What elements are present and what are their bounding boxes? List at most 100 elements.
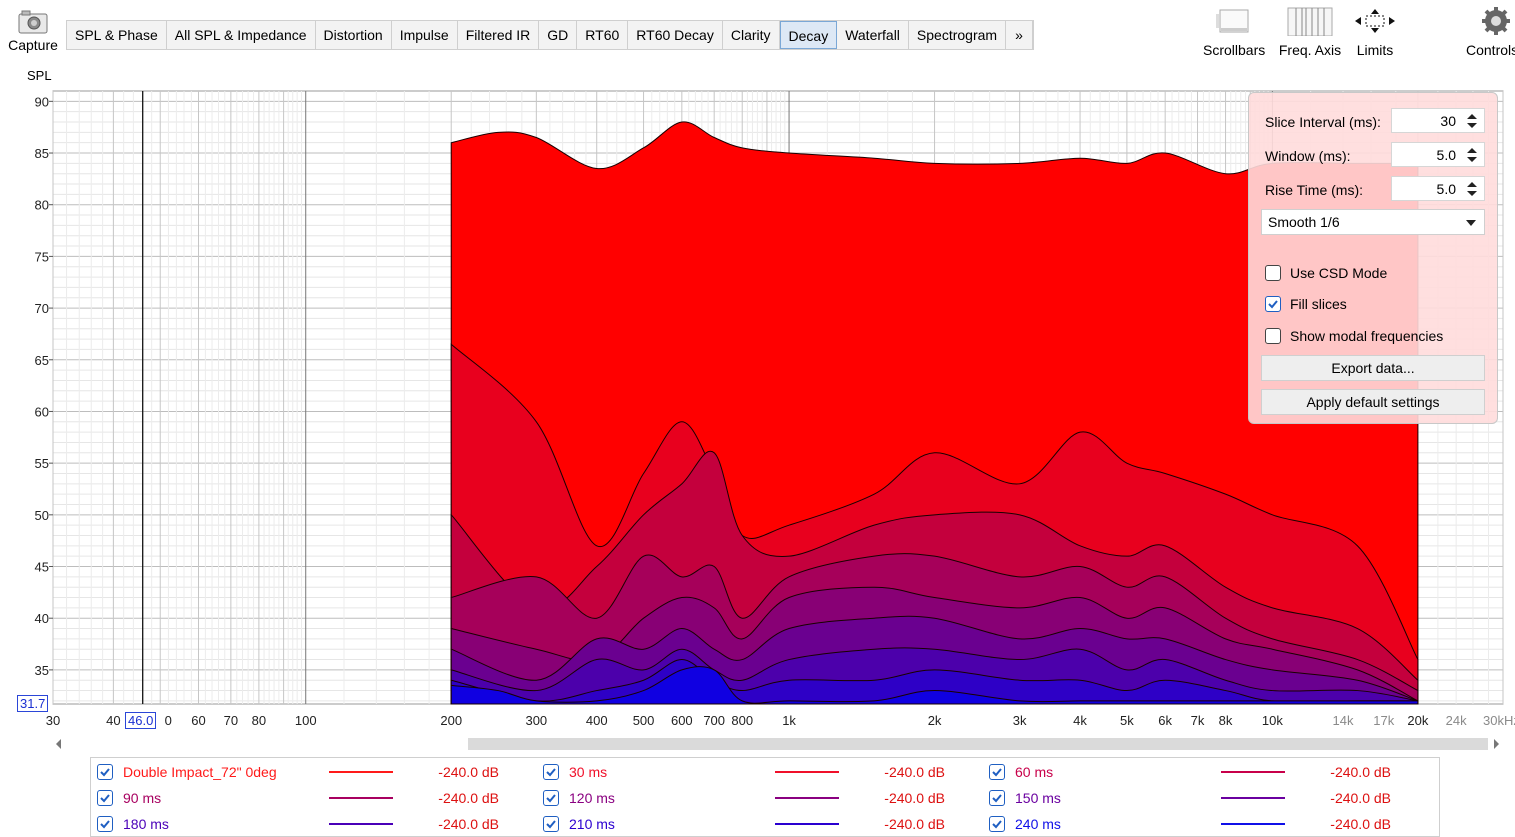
- legend-color-swatch: [1221, 823, 1285, 825]
- tab-spl-phase[interactable]: SPL & Phase: [67, 21, 167, 49]
- legend-item[interactable]: 240 ms -240.0 dB: [989, 813, 1391, 835]
- scroll-right-icon[interactable]: [1494, 739, 1499, 749]
- camera-icon: [18, 10, 48, 34]
- gear-icon: [1482, 7, 1511, 35]
- scroll-left-icon[interactable]: [56, 739, 61, 749]
- x-tick-label: 7k: [1191, 713, 1205, 728]
- x-tick-label: 400: [586, 713, 608, 728]
- x-tick-label: 20k: [1407, 713, 1428, 728]
- legend-item-value: -240.0 dB: [884, 816, 945, 832]
- tab-gd[interactable]: GD: [539, 21, 578, 49]
- x-tick-label: 700: [703, 713, 725, 728]
- checkbox-checked-icon[interactable]: [97, 816, 113, 832]
- legend-color-swatch: [329, 797, 393, 799]
- use-csd-label: Use CSD Mode: [1290, 265, 1388, 281]
- legend-item[interactable]: 90 ms -240.0 dB: [97, 787, 499, 809]
- legend-item-value: -240.0 dB: [438, 816, 499, 832]
- slice-interval-label: Slice Interval (ms):: [1265, 114, 1381, 130]
- checkbox-checked-icon[interactable]: [989, 790, 1005, 806]
- checkbox-checked-icon[interactable]: [97, 790, 113, 806]
- legend-item-value: -240.0 dB: [438, 764, 499, 780]
- checkbox-unchecked-icon: [1265, 328, 1281, 344]
- legend-item-name: 240 ms: [1015, 816, 1061, 832]
- checkbox-unchecked-icon: [1265, 265, 1281, 281]
- legend-item-value: -240.0 dB: [884, 790, 945, 806]
- checkbox-checked-icon[interactable]: [97, 764, 113, 780]
- y-tick-label: 65: [35, 353, 49, 368]
- x-tick-label: 40: [106, 713, 120, 728]
- view-tabs: SPL & Phase All SPL & Impedance Distorti…: [66, 20, 1034, 50]
- x-tick-label: 6k: [1158, 713, 1172, 728]
- fill-slices-checkbox[interactable]: Fill slices: [1265, 296, 1347, 312]
- checkbox-checked-icon[interactable]: [989, 764, 1005, 780]
- tab-impulse[interactable]: Impulse: [391, 21, 458, 49]
- legend-item[interactable]: 210 ms -240.0 dB: [543, 813, 945, 835]
- limits-button[interactable]: Limits: [1352, 6, 1398, 58]
- scrollbars-icon: [1216, 9, 1249, 33]
- y-tick-label: 45: [35, 560, 49, 575]
- tab-rt60-decay[interactable]: RT60 Decay: [628, 21, 723, 49]
- scrollbar-thumb[interactable]: [468, 738, 1488, 750]
- tab-spectrogram[interactable]: Spectrogram: [908, 21, 1007, 49]
- y-tick-label: 55: [35, 456, 49, 471]
- legend-item-value: -240.0 dB: [884, 764, 945, 780]
- window-spinner[interactable]: 5.0: [1391, 142, 1485, 167]
- legend-item[interactable]: 150 ms -240.0 dB: [989, 787, 1391, 809]
- capture-label: Capture: [8, 37, 58, 53]
- tab-clarity[interactable]: Clarity: [722, 21, 780, 49]
- y-tick-label: 80: [35, 198, 49, 213]
- legend-color-swatch: [329, 771, 393, 773]
- legend-item-name: 30 ms: [569, 764, 608, 780]
- legend-color-swatch: [1221, 771, 1285, 773]
- x-tick-label: 80: [252, 713, 266, 728]
- legend-item-value: -240.0 dB: [438, 790, 499, 806]
- modal-frequencies-checkbox[interactable]: Show modal frequencies: [1265, 328, 1443, 344]
- horizontal-scrollbar[interactable]: [50, 736, 1505, 752]
- tab-rt60[interactable]: RT60: [577, 21, 629, 49]
- checkbox-checked-icon[interactable]: [543, 816, 559, 832]
- tab-decay[interactable]: Decay: [779, 21, 838, 49]
- slice-interval-spinner[interactable]: 30: [1391, 108, 1485, 133]
- tab-filtered-ir[interactable]: Filtered IR: [457, 21, 540, 49]
- legend-item-name: 150 ms: [1015, 790, 1061, 806]
- legend-item[interactable]: 30 ms -240.0 dB: [543, 761, 945, 783]
- checkbox-checked-icon[interactable]: [543, 764, 559, 780]
- tab-distortion[interactable]: Distortion: [315, 21, 392, 49]
- legend-item-name: 180 ms: [123, 816, 169, 832]
- x-tick-label: 0: [165, 713, 172, 728]
- legend-item[interactable]: 120 ms -240.0 dB: [543, 787, 945, 809]
- x-tick-label: 3k: [1013, 713, 1027, 728]
- legend-item[interactable]: Double Impact_72" 0deg -240.0 dB: [97, 761, 499, 783]
- checkbox-checked-icon: [1265, 296, 1281, 312]
- freq-axis-button[interactable]: Freq. Axis: [1278, 6, 1342, 58]
- x-tick-label: 8k: [1219, 713, 1233, 728]
- apply-defaults-button[interactable]: Apply default settings: [1261, 389, 1485, 415]
- rise-time-spinner[interactable]: 5.0: [1391, 176, 1485, 201]
- scrollbars-button[interactable]: Scrollbars: [1203, 6, 1265, 58]
- legend-item[interactable]: 180 ms -240.0 dB: [97, 813, 499, 835]
- spinner-arrows-icon: [1467, 182, 1477, 196]
- freq-axis-icon: [1287, 7, 1333, 36]
- legend-item-value: -240.0 dB: [1330, 816, 1391, 832]
- tab-all-spl-impedance[interactable]: All SPL & Impedance: [166, 21, 316, 49]
- limits-label: Limits: [1356, 42, 1394, 58]
- smoothing-value: Smooth 1/6: [1268, 214, 1340, 230]
- smoothing-select[interactable]: Smooth 1/6: [1261, 209, 1485, 235]
- x-tick-label: 30kHz: [1483, 713, 1515, 728]
- rise-time-label: Rise Time (ms):: [1265, 182, 1363, 198]
- controls-button[interactable]: Controls: [1466, 6, 1515, 58]
- x-tick-label: 60: [191, 713, 205, 728]
- checkbox-checked-icon[interactable]: [989, 816, 1005, 832]
- y-tick-label: 85: [35, 146, 49, 161]
- checkbox-checked-icon[interactable]: [543, 790, 559, 806]
- tab-waterfall[interactable]: Waterfall: [837, 21, 909, 49]
- more-tabs-button[interactable]: »: [1006, 21, 1033, 49]
- x-tick-label: 2k: [928, 713, 942, 728]
- controls-label: Controls: [1466, 42, 1515, 58]
- use-csd-checkbox[interactable]: Use CSD Mode: [1265, 265, 1387, 281]
- legend-item-value: -240.0 dB: [1330, 790, 1391, 806]
- capture-button[interactable]: Capture: [4, 8, 62, 62]
- export-data-button[interactable]: Export data...: [1261, 355, 1485, 381]
- legend-item[interactable]: 60 ms -240.0 dB: [989, 761, 1391, 783]
- legend-color-swatch: [1221, 797, 1285, 799]
